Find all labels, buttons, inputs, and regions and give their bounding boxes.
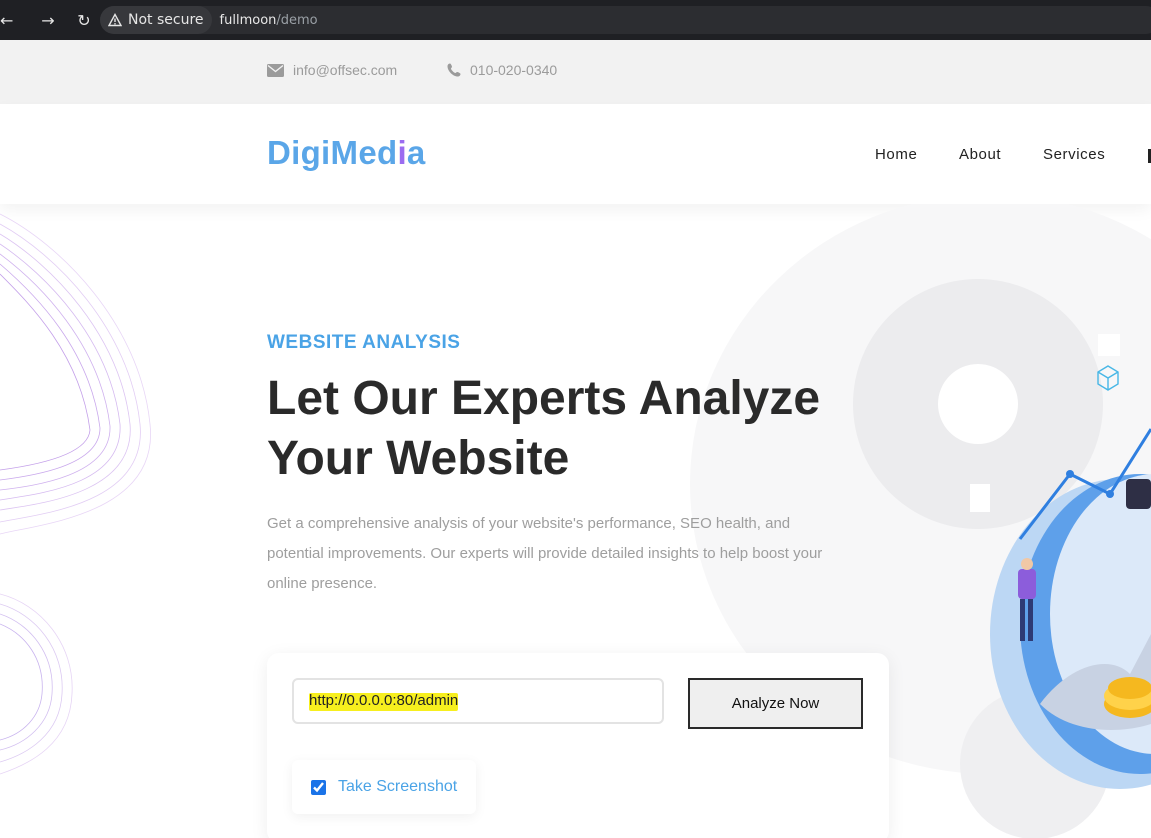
- url-path: /demo: [276, 12, 318, 28]
- contact-email[interactable]: info@offsec.com: [267, 62, 397, 78]
- page-title: Let Our Experts Analyze Your Website: [267, 369, 887, 489]
- analyze-now-button[interactable]: Analyze Now: [688, 678, 863, 729]
- security-chip[interactable]: Not secure: [100, 6, 212, 34]
- contact-phone[interactable]: 010-020-0340: [447, 62, 557, 78]
- website-url-input[interactable]: [292, 678, 664, 724]
- phone-text: 010-020-0340: [470, 62, 558, 78]
- site-logo[interactable]: DigiMedia: [267, 134, 426, 172]
- hero-section: WEBSITE ANALYSIS Let Our Experts Analyze…: [0, 204, 1151, 838]
- title-line-2: Your Website: [267, 432, 570, 485]
- nav-about[interactable]: About: [959, 146, 1001, 163]
- security-label: Not secure: [128, 12, 204, 28]
- title-line-1: Let Our Experts Analyze: [267, 372, 821, 425]
- warning-triangle-icon: [108, 13, 122, 27]
- take-screenshot-option[interactable]: Take Screenshot: [292, 760, 476, 814]
- browser-toolbar: ← → ↻ Not secure fullmoon/demo: [0, 0, 1151, 40]
- forward-arrow-icon[interactable]: →: [30, 0, 66, 40]
- back-arrow-icon[interactable]: ←: [0, 0, 14, 40]
- nav-home[interactable]: Home: [875, 146, 917, 163]
- reload-icon[interactable]: ↻: [66, 0, 102, 40]
- address-bar[interactable]: Not secure fullmoon/demo: [100, 6, 1151, 34]
- logo-text-main: DigiMed: [267, 134, 398, 171]
- wave-lines-decoration: [0, 213, 151, 775]
- url-text[interactable]: fullmoon/demo: [220, 13, 318, 28]
- section-eyebrow: WEBSITE ANALYSIS: [267, 332, 461, 353]
- site-header: DigiMedia Home About Services: [0, 104, 1151, 204]
- url-host: fullmoon: [219, 12, 277, 28]
- contact-bar: info@offsec.com 010-020-0340: [0, 40, 1151, 104]
- analysis-form: http://0.0.0.0:80/admin Analyze Now Take…: [267, 653, 889, 838]
- email-text: info@offsec.com: [293, 62, 398, 78]
- take-screenshot-checkbox[interactable]: [311, 779, 326, 795]
- phone-icon: [447, 63, 461, 77]
- envelope-icon: [267, 63, 284, 77]
- logo-text-end: a: [406, 134, 426, 171]
- take-screenshot-label: Take Screenshot: [338, 778, 458, 795]
- logo-text-accent: i: [397, 134, 407, 171]
- hero-description: Get a comprehensive analysis of your web…: [267, 515, 823, 592]
- nav-services[interactable]: Services: [1043, 146, 1105, 163]
